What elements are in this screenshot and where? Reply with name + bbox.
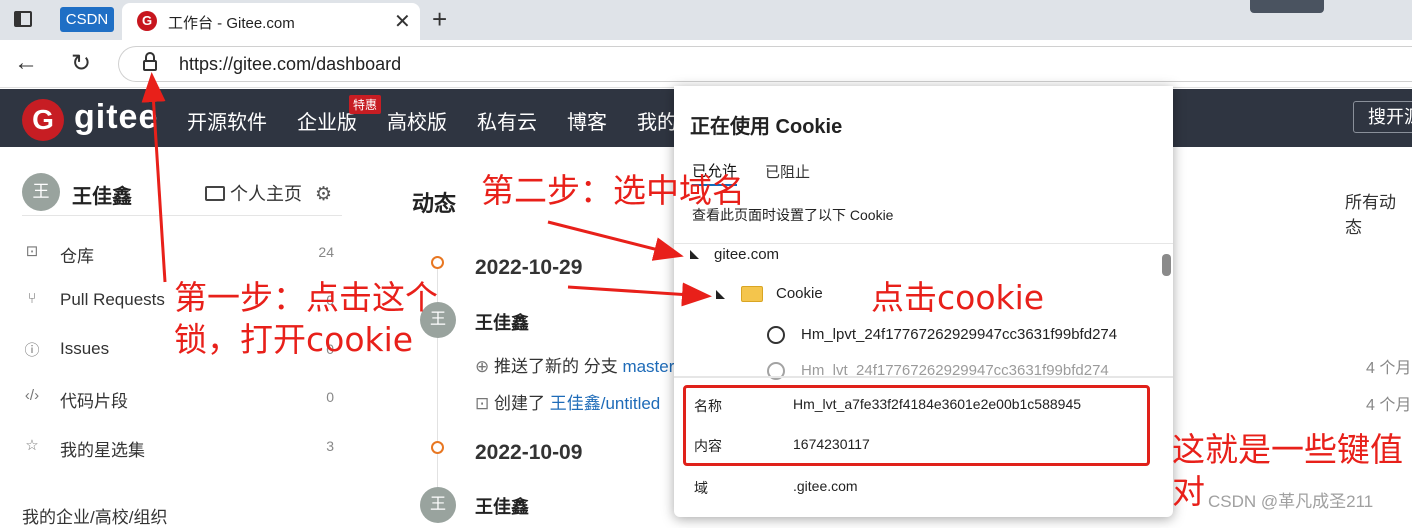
sidebar-item-repos[interactable]: ⊡ 仓库 24 (22, 240, 334, 270)
divider (674, 243, 1173, 244)
url-box[interactable]: https://gitee.com/dashboard (118, 46, 1412, 82)
reload-icon[interactable]: ↻ (71, 49, 91, 78)
sidebar-item-count: 24 (318, 244, 334, 260)
sidebar-item-label: Pull Requests (60, 290, 165, 309)
timeline-dot (431, 256, 444, 269)
expand-triangle-icon[interactable] (716, 290, 725, 299)
detail-domain-label: 域 (694, 480, 708, 496)
username[interactable]: 王佳鑫 (72, 180, 132, 209)
repo-icon: ⊡ (475, 394, 490, 413)
push-icon: ⊕ (475, 357, 490, 376)
tree-domain[interactable]: gitee.com (714, 246, 779, 263)
lock-icon[interactable] (143, 52, 157, 71)
tab-blocked[interactable]: 已阻止 (765, 161, 810, 182)
scrollbar[interactable] (1162, 254, 1171, 276)
feed-time: 4 个月 (1366, 360, 1412, 377)
nav-open-source[interactable]: 开源软件 (187, 106, 267, 135)
sidebar-item-label: Issues (60, 339, 110, 358)
close-tab-icon[interactable]: ✕ (394, 9, 411, 34)
annotation-kv-line1: 这就是一些键值 (1172, 430, 1403, 469)
branch-link[interactable]: master (622, 357, 674, 376)
feed-user[interactable]: 王佳鑫 (475, 309, 529, 335)
tree-cookie-item[interactable]: Hm_lpvt_24f17767262929947cc3631f99bfd274 (801, 326, 1117, 343)
feed-date: 2022-10-09 (475, 441, 583, 464)
nav-education[interactable]: 高校版 (387, 106, 447, 135)
tab-title: 工作台 - Gitee.com (168, 15, 295, 32)
star-icon: ☆ (25, 437, 39, 454)
expand-triangle-icon[interactable] (690, 250, 699, 259)
annotation-step1-line1: 第一步：点击这个 (174, 278, 438, 317)
gitee-brand[interactable]: gitee (74, 98, 158, 137)
popup-title: 正在使用 Cookie (690, 116, 843, 138)
annotation-step2: 第二步：选中域名 (481, 171, 745, 210)
tree-cookie-folder[interactable]: Cookie (776, 285, 823, 302)
feed-user[interactable]: 王佳鑫 (475, 493, 529, 519)
detail-domain-value: .gitee.com (793, 478, 858, 494)
cookie-icon (767, 326, 785, 344)
pull-request-icon: ⑂ (27, 290, 37, 307)
highlight-box (683, 385, 1150, 466)
issue-icon: ⓘ (24, 342, 40, 359)
gitee-favicon-icon: G (137, 11, 157, 31)
tab-gitee-dashboard[interactable]: G 工作台 - Gitee.com ✕ (122, 3, 420, 40)
feed-title: 动态 (412, 191, 457, 216)
avatar[interactable]: 王 (420, 487, 456, 523)
feed-filter[interactable]: 所有动态 (1345, 188, 1412, 238)
homepage-link[interactable]: 个人主页 ⚙ (205, 180, 332, 206)
repo-link[interactable]: 王佳鑫/untitled (550, 394, 661, 413)
nav-private-cloud[interactable]: 私有云 (477, 106, 537, 135)
sidebar-item-stars[interactable]: ☆ 我的星选集 3 (22, 434, 334, 464)
feed-date: 2022-10-29 (475, 256, 583, 279)
url-text: https://gitee.com/dashboard (179, 54, 402, 74)
nav-blog[interactable]: 博客 (567, 106, 607, 135)
address-bar: ← ↻ https://gitee.com/dashboard (0, 40, 1412, 88)
settings-gear-icon[interactable]: ⚙ (315, 184, 332, 205)
tab-csdn[interactable]: CSDN (60, 7, 114, 32)
back-arrow-icon[interactable]: ← (14, 49, 38, 77)
repo-icon: ⊡ (25, 243, 39, 260)
sidebar-item-snippets[interactable]: ‹/› 代码片段 0 (22, 385, 334, 415)
homepage-label: 个人主页 (230, 184, 302, 204)
orgs-heading: 我的企业/高校/组织 (22, 508, 168, 527)
nav-mine[interactable]: 我的 (637, 106, 677, 135)
code-snippet-icon: ‹/› (24, 387, 40, 404)
sidebar-item-label: 我的星选集 (60, 441, 145, 460)
avatar[interactable]: 王 (22, 173, 60, 211)
feed-activity: ⊡ 创建了 王佳鑫/untitled (475, 389, 660, 414)
activity-text: 创建了 (493, 394, 550, 413)
annotation-kv-line2: 对 (1172, 472, 1205, 511)
sidebar-item-count: 0 (326, 389, 334, 405)
folder-icon (741, 286, 763, 302)
watermark: CSDN @革凡成圣211 (1208, 492, 1374, 511)
arrow-to-domain (547, 220, 684, 261)
promo-badge: 特惠 (349, 95, 382, 114)
sidebar-item-label: 仓库 (60, 247, 94, 266)
system-widget (1250, 0, 1324, 13)
timeline-dot (431, 441, 444, 454)
divider (674, 376, 1173, 378)
feed-time: 4 个月 (1366, 397, 1412, 414)
sidebar-item-label: 代码片段 (60, 392, 128, 411)
sidebar-item-count: 3 (326, 438, 334, 454)
nav-enterprise[interactable]: 企业版 (297, 106, 357, 135)
activity-text: 推送了新的 分支 (493, 357, 623, 376)
browser-tab-strip: CSDN G 工作台 - Gitee.com ✕ + (0, 0, 1412, 40)
feed-activity: ⊕ 推送了新的 分支 master (475, 352, 674, 377)
gitee-logo-icon[interactable]: G (22, 99, 64, 141)
sidebar-divider (22, 215, 342, 216)
search-input[interactable]: 搜开源 (1353, 101, 1412, 133)
new-tab-icon[interactable]: + (432, 4, 447, 35)
annotation-step1-line2: 锁，打开cookie (174, 320, 414, 359)
annotation-click-cookie: 点击cookie (871, 278, 1045, 317)
id-card-icon (205, 186, 225, 201)
window-icon[interactable] (14, 11, 32, 27)
